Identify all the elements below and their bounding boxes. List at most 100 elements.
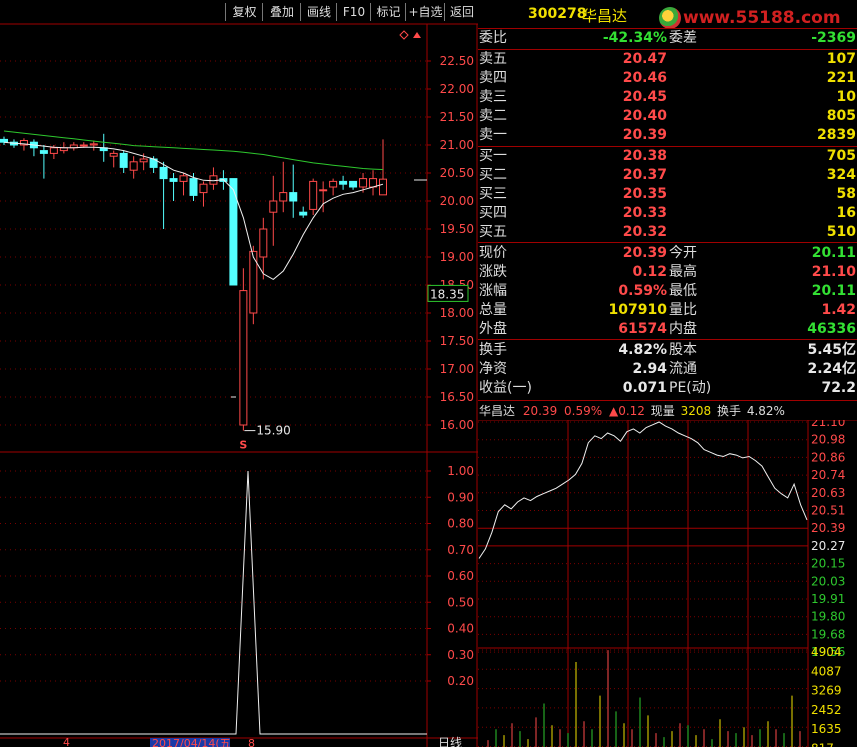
site-logo-text: www.55188.com [683, 8, 841, 28]
indicator-tick-label: 0.40 [447, 622, 474, 636]
sell-row-4: 卖四 20.46 221 [478, 69, 857, 88]
price-tick-label: 20.00 [440, 194, 474, 208]
fundamental-row: 收益(一) 0.071 PE(动) 72.2 [478, 379, 857, 398]
fund-label: 流通 [669, 361, 697, 377]
buy-price: 20.35 [622, 186, 667, 202]
up-triangle-icon [413, 32, 421, 38]
buy-price: 20.38 [622, 148, 667, 164]
candle-body [199, 183, 208, 194]
sell-label: 卖五 [479, 51, 507, 67]
intraday-price-tick: 20.63 [811, 486, 845, 500]
weicha-value: -2369 [811, 30, 856, 46]
intraday-price-tick: 19.80 [811, 610, 845, 624]
order-ratio-row: 委比 -42.34% 委差 -2369 [478, 29, 857, 48]
volume-tick: 817 [811, 742, 834, 747]
x-tick-label: 8 [248, 737, 255, 747]
candle-body [259, 228, 268, 258]
indicator-tick-label: 0.90 [447, 490, 474, 504]
period-label: 日线 [438, 736, 462, 747]
stat-value: 0.59% [618, 283, 667, 299]
candle-body [309, 180, 318, 210]
intraday-price: 20.39 [522, 404, 558, 418]
price-tick-label: 16.00 [440, 418, 474, 432]
fund-label: 股本 [669, 342, 697, 358]
candle-body [0, 138, 8, 143]
stat-value: 20.11 [811, 245, 856, 261]
candle-body [129, 161, 138, 171]
sell-price: 20.39 [622, 127, 667, 143]
candle-body [39, 150, 48, 154]
sell-volume: 221 [826, 70, 856, 86]
price-tick-label: 19.50 [440, 222, 474, 236]
candle-body [109, 152, 118, 157]
stat-value: 61574 [618, 321, 667, 337]
buy-row-1: 买一 20.38 705 [478, 147, 857, 166]
candle-body [349, 180, 358, 188]
intraday-chart[interactable]: 21.10 20.98 20.86 20.74 20.63 20.51 20.39 20.27… [478, 420, 857, 747]
candle-body [139, 158, 148, 163]
diamond-icon [399, 30, 409, 40]
kline-chart[interactable]: 22.50 22.00 21.50 21.00 20.50 20.00 19.50 19.00… [0, 0, 478, 747]
buy-volume: 510 [826, 224, 856, 240]
cursor-date-label: 2017/04/14(五 [152, 737, 231, 747]
stat-value: 1.42 [821, 302, 856, 318]
sell-row-1: 卖一 20.39 2839 [478, 126, 857, 145]
volume-tick: 4087 [811, 664, 842, 678]
stat-label: 现价 [479, 245, 507, 261]
sell-price: 20.46 [622, 70, 667, 86]
candle-body [119, 152, 128, 168]
candle-body [359, 178, 368, 188]
buy-volume: 324 [826, 167, 856, 183]
indicator-tick-label: 0.30 [447, 648, 474, 662]
price-tick-label: 17.00 [440, 362, 474, 376]
price-tick-label: 18.00 [440, 306, 474, 320]
intraday-price-tick: 20.27 [811, 539, 845, 553]
buy-label: 买五 [479, 224, 507, 240]
stat-value: 0.12 [632, 264, 667, 280]
buy-volume: 16 [836, 205, 856, 221]
sell-volume: 805 [826, 108, 856, 124]
stat-value: 21.10 [811, 264, 856, 280]
sell-price: 20.45 [622, 89, 667, 105]
intraday-turn: 4.82% [746, 404, 785, 418]
fund-value: 4.82% [618, 342, 667, 358]
buy-volume: 705 [826, 148, 856, 164]
price-tick-label: 20.50 [440, 166, 474, 180]
stat-value: 20.39 [622, 245, 667, 261]
candle-body [379, 178, 387, 196]
weibi-value: -42.34% [602, 30, 667, 46]
sell-row-2: 卖二 20.40 805 [478, 107, 857, 126]
buy-row-5: 买五 20.32 510 [478, 223, 857, 242]
price-tick-label: 17.50 [440, 334, 474, 348]
intraday-price-tick: 20.39 [811, 521, 845, 535]
intraday-price-tick: 20.86 [811, 450, 845, 464]
candle-body [189, 178, 198, 196]
min-price-label: 15.90 [256, 424, 290, 438]
sell-row-5: 卖五 20.47 107 [478, 50, 857, 69]
intraday-price-tick: 21.10 [811, 420, 845, 429]
intraday-chg: ▲0.12 [608, 404, 645, 418]
stat-value: 107910 [608, 302, 667, 318]
weicha-label: 委差 [669, 30, 697, 46]
indicator-tick-label: 0.50 [447, 595, 474, 609]
fund-label: 收益(一) [479, 380, 532, 396]
sell-label: 卖一 [479, 127, 507, 143]
buy-row-4: 买四 20.33 16 [478, 204, 857, 223]
candle-body [279, 192, 288, 202]
candle-body [169, 178, 178, 182]
sell-volume: 10 [836, 89, 856, 105]
candle-body [179, 175, 188, 182]
fund-label: 净资 [479, 361, 507, 377]
intraday-title: 华昌达 20.39 0.59% ▲0.12 现量 3208 换手 4.82% [478, 403, 857, 419]
sell-price: 20.40 [622, 108, 667, 124]
sell-price: 20.47 [622, 51, 667, 67]
candle-body [289, 192, 298, 202]
stat-label: 最高 [669, 264, 697, 280]
fund-value: 2.94 [632, 361, 667, 377]
intraday-pct: 0.59% [564, 404, 603, 418]
sell-label: 卖三 [479, 89, 507, 105]
candle-body [209, 175, 218, 185]
candle-body [269, 200, 278, 213]
fundamental-row: 净资 2.94 流通 2.24亿 [478, 360, 857, 379]
candle-body [339, 180, 348, 185]
